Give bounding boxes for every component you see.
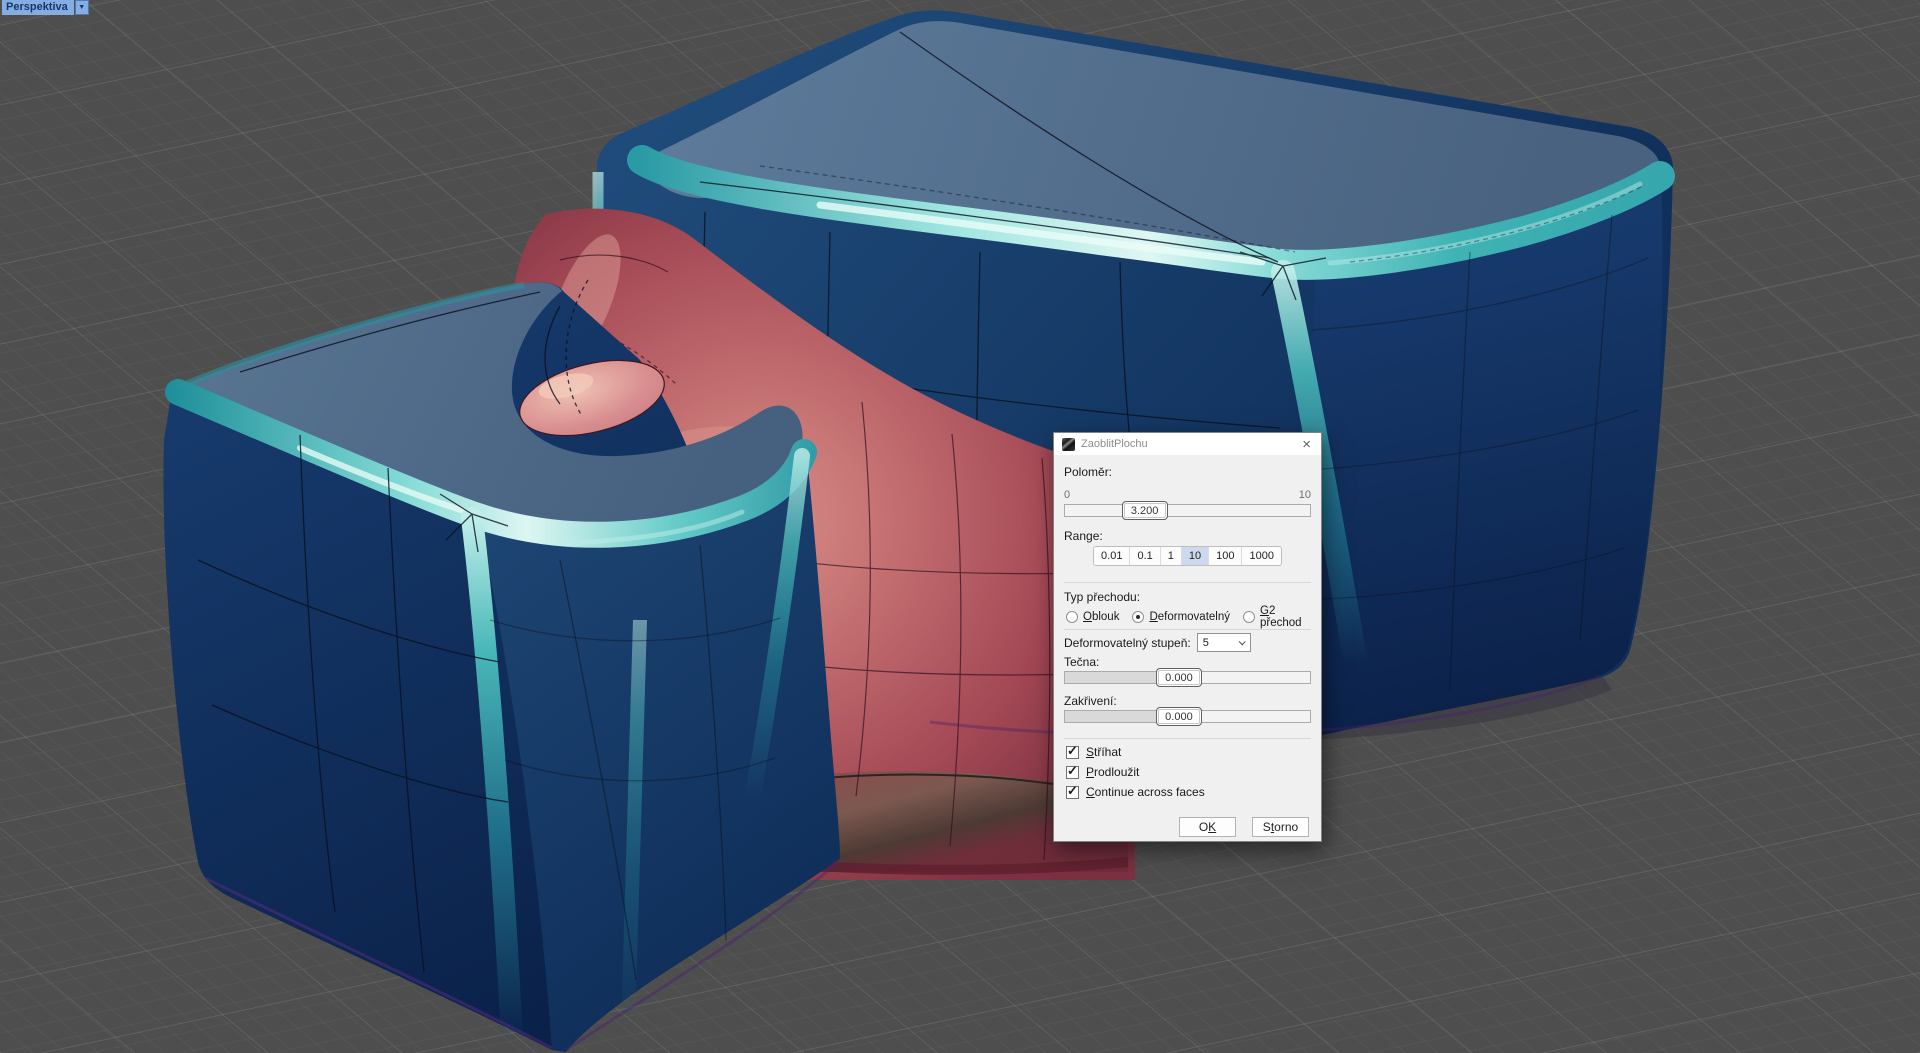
curvature-value-chip[interactable]: 0.000 [1156, 707, 1202, 726]
close-icon[interactable]: × [1300, 437, 1313, 452]
radio-g2-label[interactable]: G2 přechod [1260, 605, 1315, 629]
transition-type-label: Typ přechodu: [1064, 590, 1140, 604]
curvature-label: Zakřivení: [1064, 694, 1117, 708]
viewport-menu-button[interactable]: ▼ [75, 0, 89, 15]
range-segmented-control: 0.01 0.1 1 10 100 1000 [1054, 546, 1321, 566]
cancel-button[interactable]: Storno [1252, 817, 1309, 837]
check-icon: ✓ [1067, 743, 1078, 759]
ok-button[interactable]: OK [1179, 817, 1236, 837]
trim-checkbox[interactable]: ✓ [1066, 746, 1079, 759]
filletsrf-dialog[interactable]: ZaoblitPlochu × Poloměr: 0 10 3.200 Rang… [1053, 432, 1322, 842]
radius-value-chip[interactable]: 3.200 [1122, 501, 1168, 520]
dialog-title: ZaoblitPlochu [1081, 438, 1300, 450]
filletsrf-icon [1062, 438, 1075, 451]
range-option-1000[interactable]: 1000 [1241, 547, 1280, 565]
viewport-title[interactable]: Perspektiva ▼ [2, 0, 89, 15]
extend-checkbox-row[interactable]: ✓ Prodloužit [1066, 765, 1139, 779]
check-icon: ✓ [1067, 783, 1078, 799]
degree-value: 5 [1203, 637, 1209, 649]
separator [1064, 738, 1311, 739]
continue-across-faces-label: Continue across faces [1086, 785, 1205, 799]
extend-label: Prodloužit [1086, 765, 1139, 779]
radius-minmax: 0 10 [1064, 489, 1311, 501]
continue-across-faces-checkbox-row[interactable]: ✓ Continue across faces [1066, 785, 1205, 799]
chevron-down-icon: ▼ [78, 4, 85, 11]
range-option-01[interactable]: 0.1 [1129, 547, 1159, 565]
radius-slider[interactable]: 3.200 [1064, 504, 1311, 517]
range-label: Range: [1064, 529, 1103, 543]
range-option-1[interactable]: 1 [1160, 547, 1181, 565]
radio-g2[interactable] [1243, 611, 1255, 623]
radius-label: Poloměr: [1064, 465, 1112, 479]
radio-arc-label[interactable]: Oblouk [1083, 611, 1119, 623]
tangent-value-chip[interactable]: 0.000 [1156, 668, 1202, 687]
tangent-slider[interactable]: 0.000 [1064, 671, 1311, 684]
viewport-title-label[interactable]: Perspektiva [2, 0, 74, 15]
radius-min: 0 [1064, 489, 1070, 501]
chevron-down-icon [1238, 638, 1245, 645]
extend-checkbox[interactable]: ✓ [1066, 766, 1079, 779]
rhino-viewport[interactable]: Perspektiva ▼ ZaoblitPlochu × Poloměr: 0… [0, 0, 1920, 1053]
range-option-10[interactable]: 10 [1181, 547, 1208, 565]
radio-deformable-label[interactable]: Deformovatelný [1149, 611, 1230, 623]
degree-label: Deformovatelný stupeň: [1064, 636, 1191, 650]
check-icon: ✓ [1067, 763, 1078, 779]
tangent-label: Tečna: [1064, 655, 1099, 669]
radio-arc[interactable] [1066, 611, 1078, 623]
range-option-001[interactable]: 0.01 [1094, 547, 1129, 565]
radius-max: 10 [1299, 489, 1311, 501]
dialog-titlebar[interactable]: ZaoblitPlochu × [1054, 433, 1321, 455]
range-option-100[interactable]: 100 [1208, 547, 1241, 565]
trim-checkbox-row[interactable]: ✓ Stříhat [1066, 745, 1121, 759]
degree-dropdown[interactable]: 5 [1197, 633, 1251, 652]
separator [1064, 629, 1311, 630]
transition-radio-group: Oblouk Deformovatelný G2 přechod [1066, 605, 1315, 629]
continue-across-faces-checkbox[interactable]: ✓ [1066, 786, 1079, 799]
curvature-slider[interactable]: 0.000 [1064, 710, 1311, 723]
3d-scene[interactable] [0, 0, 1920, 1053]
separator [1064, 582, 1311, 583]
trim-label: Stříhat [1086, 745, 1121, 759]
radio-deformable[interactable] [1132, 611, 1144, 623]
